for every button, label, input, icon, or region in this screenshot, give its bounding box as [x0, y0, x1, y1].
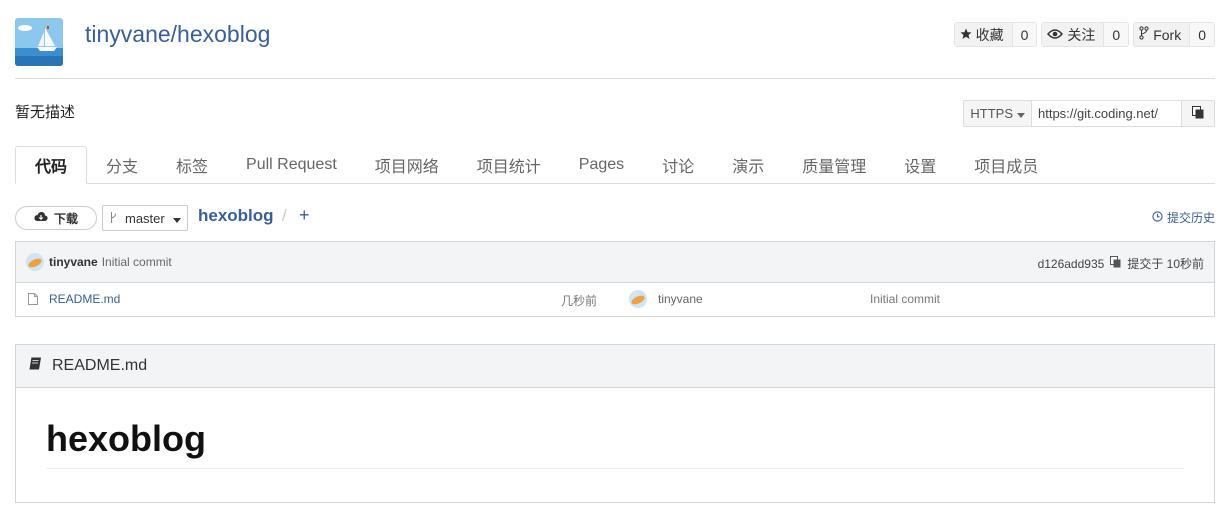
social-buttons: 收藏 0 关注 0 Fork 0 — [953, 22, 1215, 47]
copy-icon — [1192, 105, 1204, 122]
fork-button[interactable]: Fork 0 — [1133, 22, 1215, 47]
readme-panel: README.md hexoblog — [15, 344, 1215, 503]
clone-box: HTTPS https://git.coding.net/ — [963, 100, 1215, 127]
tab-stats[interactable]: 项目统计 — [458, 146, 560, 184]
commit-meta: d126add935 提交于 10秒前 — [1038, 255, 1204, 272]
commit-time: 提交于 10秒前 — [1127, 257, 1204, 271]
breadcrumb-separator: / — [282, 206, 287, 225]
tab-demo[interactable]: 演示 — [713, 146, 783, 184]
repo-tabs: 代码 分支 标签 Pull Request 项目网络 项目统计 Pages 讨论… — [15, 146, 1215, 184]
branch-select[interactable]: master — [102, 205, 188, 231]
file-toolbar: 下载 master hexoblog / + 提交历史 — [15, 205, 1215, 231]
book-icon — [28, 357, 42, 375]
caret-down-icon — [172, 211, 181, 226]
star-count[interactable]: 0 — [1011, 23, 1037, 46]
tab-pull-request[interactable]: Pull Request — [227, 146, 356, 184]
readme-filename: README.md — [52, 357, 148, 374]
star-icon — [960, 27, 972, 43]
watch-button[interactable]: 关注 0 — [1041, 22, 1130, 47]
avatar[interactable] — [26, 253, 44, 271]
readme-heading: hexoblog — [46, 418, 1184, 469]
branch-icon — [110, 211, 117, 226]
readme-body: hexoblog — [16, 388, 1214, 469]
commit-message[interactable]: Initial commit — [102, 255, 172, 269]
commit-hash[interactable]: d126add935 — [1038, 257, 1105, 271]
commit-author[interactable]: tinyvane — [49, 255, 98, 269]
fork-label: Fork — [1153, 26, 1182, 43]
commit-history-link[interactable]: 提交历史 — [1152, 209, 1215, 226]
tab-branches[interactable]: 分支 — [87, 146, 157, 184]
file-name[interactable]: README.md — [49, 292, 120, 306]
breadcrumb-root[interactable]: hexoblog — [198, 206, 274, 226]
tab-quality[interactable]: 质量管理 — [783, 146, 885, 184]
clone-protocol-select[interactable]: HTTPS — [964, 101, 1032, 126]
copy-icon[interactable] — [1110, 256, 1121, 271]
clone-protocol-label: HTTPS — [970, 106, 1013, 121]
branch-label: master — [125, 210, 165, 226]
clock-icon — [1152, 210, 1163, 225]
tab-settings[interactable]: 设置 — [885, 146, 955, 184]
fork-icon — [1139, 26, 1149, 43]
watch-label: 关注 — [1067, 26, 1096, 43]
file-commit-message[interactable]: Initial commit — [870, 292, 940, 306]
file-icon — [28, 293, 38, 308]
download-label: 下载 — [53, 211, 78, 226]
caret-down-icon — [1017, 106, 1025, 121]
tab-pages[interactable]: Pages — [560, 146, 643, 184]
tab-members[interactable]: 项目成员 — [955, 146, 1057, 184]
repo-title[interactable]: tinyvane/hexoblog — [85, 21, 270, 48]
tab-tags[interactable]: 标签 — [157, 146, 227, 184]
avatar[interactable] — [629, 290, 647, 308]
file-table: tinyvane Initial commit d126add935 提交于 1… — [15, 241, 1215, 317]
repo-header: tinyvane/hexoblog 收藏 0 关注 0 Fork 0 — [15, 15, 1215, 79]
clone-url-input[interactable]: https://git.coding.net/ — [1032, 101, 1182, 126]
watch-count[interactable]: 0 — [1103, 23, 1129, 46]
star-button[interactable]: 收藏 0 — [953, 22, 1038, 47]
fork-count[interactable]: 0 — [1189, 23, 1214, 46]
repo-avatar[interactable] — [15, 18, 63, 66]
tab-network[interactable]: 项目网络 — [356, 146, 458, 184]
file-author[interactable]: tinyvane — [658, 292, 703, 306]
repo-description: 暂无描述 — [15, 104, 76, 121]
add-file-button[interactable]: + — [299, 205, 310, 226]
file-age: 几秒前 — [561, 294, 598, 308]
latest-commit-bar: tinyvane Initial commit d126add935 提交于 1… — [16, 242, 1214, 283]
cloud-download-icon — [34, 211, 48, 225]
copy-url-button[interactable] — [1182, 101, 1214, 126]
readme-header: README.md — [16, 345, 1214, 388]
table-row[interactable]: README.md 几秒前 tinyvane Initial commit — [16, 283, 1214, 316]
star-label: 收藏 — [975, 26, 1004, 43]
history-label: 提交历史 — [1166, 211, 1215, 225]
tab-discussion[interactable]: 讨论 — [643, 146, 713, 184]
eye-icon — [1047, 27, 1064, 43]
tab-code[interactable]: 代码 — [15, 146, 88, 184]
download-button[interactable]: 下载 — [15, 206, 97, 230]
